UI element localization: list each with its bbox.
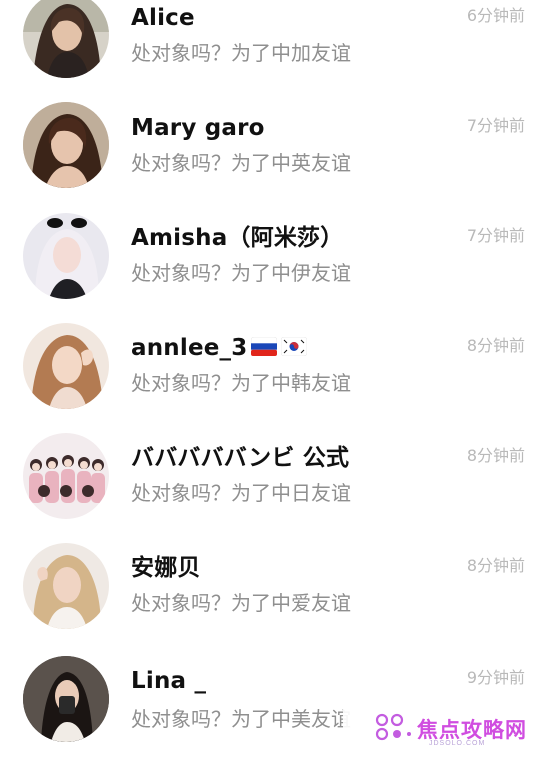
chat-row-anna[interactable]: 安娜贝 处对象吗？为了中爱友谊 8分钟前 (0, 543, 550, 660)
avatar-image (23, 656, 109, 742)
last-message: 处对象吗？为了中爱友谊 (131, 591, 351, 615)
avatar[interactable] (23, 323, 109, 409)
contact-name: 安娜贝 (131, 555, 201, 581)
korea-flag-icon (281, 337, 308, 356)
contact-name: Alice (131, 5, 195, 31)
avatar-image (23, 323, 109, 409)
last-message: 处对象吗？为了中韩友谊 (131, 371, 351, 395)
message-time: 8分钟前 (466, 556, 525, 575)
last-message: 处对象吗？为了中加友谊 (131, 41, 351, 65)
message-time: 8分钟前 (466, 336, 525, 355)
message-time: 7分钟前 (466, 226, 525, 245)
last-message: 处对象吗？为了中日友谊 (131, 481, 351, 505)
chat-row-annlee[interactable]: annlee_3 处对象吗？为了中韩友谊 8分钟前 (0, 323, 550, 440)
contact-name: バババババンビ 公式 (131, 445, 350, 471)
last-message: 处对象吗？为了中美友谊 (131, 707, 351, 731)
message-time: 8分钟前 (466, 446, 525, 465)
watermark-subtext: JDSOLO.COM (429, 740, 486, 747)
avatar-image (23, 433, 109, 519)
contact-name: Amisha（阿米莎） (131, 225, 344, 251)
avatar-image (23, 543, 109, 629)
chat-list: Alice 处对象吗？为了中加友谊 6分钟前 Mary garo 处对象吗？为了… (0, 0, 550, 759)
last-message: 处对象吗？为了中伊友谊 (131, 261, 351, 285)
avatar[interactable] (23, 543, 109, 629)
avatar[interactable] (23, 656, 109, 742)
contact-name-row: annlee_3 (131, 334, 308, 362)
message-time: 7分钟前 (466, 116, 525, 135)
avatar[interactable] (23, 433, 109, 519)
watermark-logo-icon (375, 713, 411, 741)
chat-row-bambi[interactable]: バババババンビ 公式 处对象吗？为了中日友谊 8分钟前 (0, 433, 550, 550)
contact-name: Lina _ (131, 668, 207, 694)
chat-row-alice[interactable]: Alice 处对象吗？为了中加友谊 6分钟前 (0, 0, 550, 110)
contact-name: Mary garo (131, 115, 265, 141)
message-time: 6分钟前 (466, 6, 525, 25)
chat-row-amisha[interactable]: Amisha（阿米莎） 处对象吗？为了中伊友谊 7分钟前 (0, 213, 550, 330)
contact-name: annlee_3 (131, 335, 248, 361)
site-watermark: 焦点攻略网 JDSOLO.COM (343, 699, 550, 759)
avatar-image (23, 213, 109, 299)
avatar-image (23, 102, 109, 188)
chat-row-mary-garo[interactable]: Mary garo 处对象吗？为了中英友谊 7分钟前 (0, 102, 550, 220)
last-message: 处对象吗？为了中英友谊 (131, 151, 351, 175)
avatar[interactable] (23, 102, 109, 188)
russia-flag-icon (251, 337, 278, 356)
message-time: 9分钟前 (466, 668, 525, 687)
avatar[interactable] (23, 213, 109, 299)
avatar[interactable] (23, 0, 109, 78)
avatar-image (23, 0, 109, 78)
